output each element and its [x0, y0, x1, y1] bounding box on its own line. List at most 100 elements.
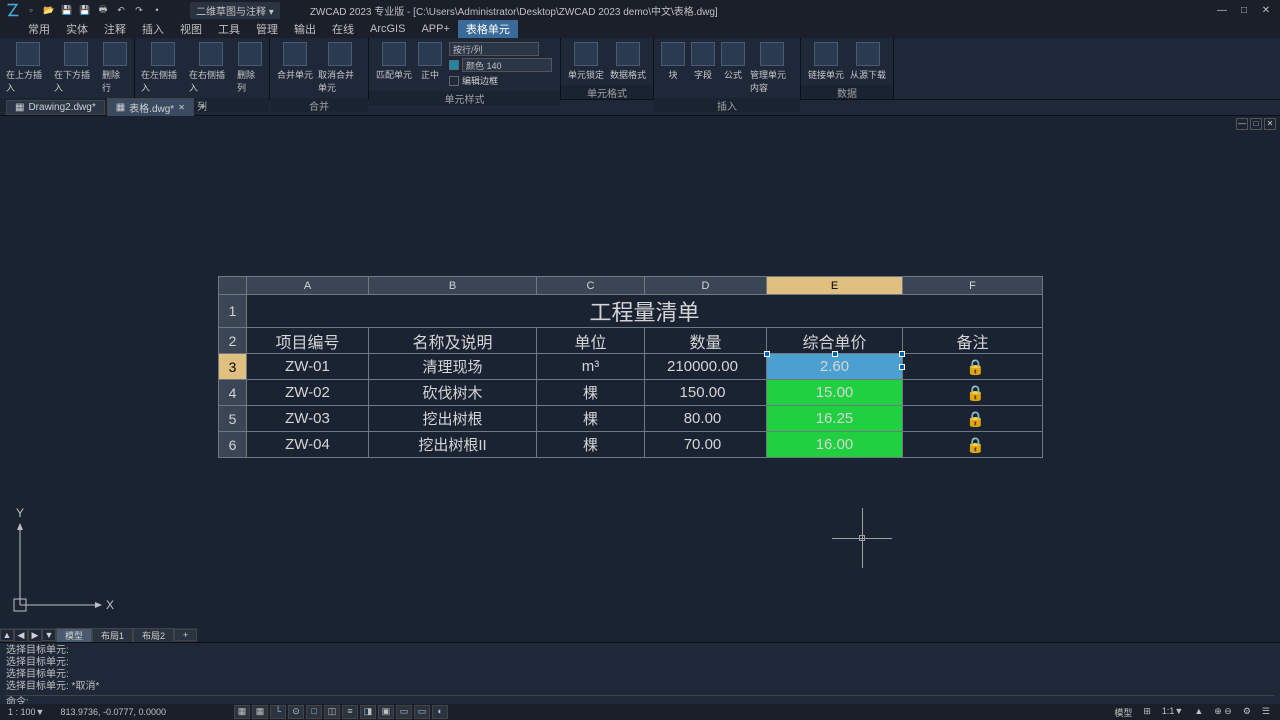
ucs-icon[interactable]: ▲ [1190, 706, 1207, 719]
mdi-max-button[interactable]: □ [1250, 118, 1262, 130]
header-cell[interactable]: 名称及说明 [369, 328, 537, 354]
data-cell[interactable]: 棵 [537, 432, 645, 458]
col-header-E[interactable]: E [767, 277, 903, 295]
layout-tab-1[interactable]: 布局1 [92, 628, 133, 643]
data-cell-selected[interactable]: 16.25 [767, 406, 903, 432]
scale-readout[interactable]: 1 : 100▼ [0, 707, 52, 717]
workspace-dropdown[interactable]: 二维草图与注释 ▾ [190, 2, 280, 19]
selection-grip-icon[interactable] [764, 351, 770, 357]
layout-nav-first[interactable]: ▲ [0, 629, 14, 641]
layout-nav-prev[interactable]: ◀ [14, 629, 28, 642]
space-toggle[interactable]: 模型 [1110, 706, 1136, 719]
header-cell[interactable]: 综合单价 [767, 328, 903, 354]
data-cell-selected[interactable]: 15.00 [767, 380, 903, 406]
doc-tab-table[interactable]: ▦ 表格.dwg* ✕ [107, 98, 194, 117]
qat-more-icon[interactable]: • [150, 3, 164, 17]
style-by-rowcol-dropdown[interactable]: 按行/列 [449, 42, 539, 56]
layout-tab-model[interactable]: 模型 [56, 628, 92, 643]
layout-tab-add[interactable]: + [174, 629, 197, 641]
header-cell[interactable]: 项目编号 [247, 328, 369, 354]
row-header-3[interactable]: 3 [219, 354, 247, 380]
grid-toggle[interactable]: ▦ [252, 705, 268, 719]
qat-saveas-icon[interactable]: 💾 [78, 3, 92, 17]
drawing-canvas[interactable]: — □ ✕ A B C D E F 1 工程量清单 2 项目编号 名称及说明 单… [0, 116, 1280, 624]
link-cell-button[interactable]: 链接单元 [805, 40, 847, 83]
data-cell-selected[interactable]: 2.60 [767, 354, 903, 380]
grid-icon[interactable]: ⊞ [1139, 706, 1155, 719]
data-cell[interactable]: ZW-01 [247, 354, 369, 380]
unmerge-cells-button[interactable]: 取消合并单元 [316, 40, 364, 96]
otrack-toggle[interactable]: ◫ [324, 705, 340, 719]
layout-tab-2[interactable]: 布局2 [133, 628, 174, 643]
data-cell[interactable]: 棵 [537, 380, 645, 406]
header-cell[interactable]: 单位 [537, 328, 645, 354]
tab-online[interactable]: 在线 [324, 20, 362, 38]
tab-arcgis[interactable]: ArcGIS [362, 22, 413, 36]
col-header-C[interactable]: C [537, 277, 645, 295]
data-cell[interactable]: ZW-04 [247, 432, 369, 458]
menu-icon[interactable]: ☰ [1258, 706, 1274, 719]
ortho-toggle[interactable]: └ [270, 705, 286, 719]
data-cell[interactable]: 清理现场 [369, 354, 537, 380]
polar-toggle[interactable]: ⊙ [288, 705, 304, 719]
maximize-button[interactable]: □ [1234, 5, 1254, 16]
snap-toggle[interactable]: ▦ [234, 705, 250, 719]
merge-cells-button[interactable]: 合并单元 [274, 40, 316, 83]
data-cell[interactable]: 80.00 [645, 406, 767, 432]
insert-col-left-button[interactable]: 在左侧插入 [139, 40, 187, 96]
tab-app[interactable]: APP+ [413, 22, 457, 36]
data-format-button[interactable]: 数据格式 [607, 40, 649, 83]
minimize-button[interactable]: — [1212, 5, 1232, 16]
qat-open-icon[interactable]: 📂 [42, 3, 56, 17]
layout-nav-last[interactable]: ▼ [42, 629, 56, 641]
data-cell[interactable]: 🔒 [903, 354, 1043, 380]
misc-toggle-1[interactable]: ▭ [396, 705, 412, 719]
layout-nav-next[interactable]: ▶ [28, 629, 42, 642]
data-cell[interactable]: 150.00 [645, 380, 767, 406]
data-cell[interactable]: 210000.00 [645, 354, 767, 380]
alignment-button[interactable]: 正中 [415, 40, 445, 83]
selection-grip-icon[interactable] [899, 351, 905, 357]
data-cell[interactable]: ZW-02 [247, 380, 369, 406]
data-cell[interactable]: 挖出树根 [369, 406, 537, 432]
lweight-toggle[interactable]: ≡ [342, 705, 358, 719]
color-dropdown[interactable]: 颜色 140 [462, 58, 552, 72]
data-cell[interactable]: 🔒 [903, 380, 1043, 406]
tab-insert[interactable]: 插入 [134, 20, 172, 38]
delete-row-button[interactable]: 删除行 [100, 40, 130, 96]
border-checkbox[interactable] [449, 76, 459, 86]
data-cell[interactable]: 砍伐树木 [369, 380, 537, 406]
insert-formula-button[interactable]: 公式 [718, 40, 748, 83]
data-cell[interactable]: 棵 [537, 406, 645, 432]
tab-entity[interactable]: 实体 [58, 20, 96, 38]
selection-grip-icon[interactable] [899, 364, 905, 370]
misc-toggle-3[interactable]: ◐ [432, 705, 448, 719]
data-cell[interactable]: ZW-03 [247, 406, 369, 432]
table-corner[interactable] [219, 277, 247, 295]
settings-icon[interactable]: ⚙ [1239, 706, 1255, 719]
tab-annotate[interactable]: 注释 [96, 20, 134, 38]
table-title-cell[interactable]: 工程量清单 [247, 295, 1043, 328]
tab-tablecell[interactable]: 表格单元 [458, 20, 518, 38]
zoom-icons[interactable]: ⊕ ⊖ [1210, 706, 1236, 719]
col-header-A[interactable]: A [247, 277, 369, 295]
close-button[interactable]: ✕ [1256, 5, 1276, 16]
insert-row-below-button[interactable]: 在下方插入 [52, 40, 100, 96]
header-cell[interactable]: 备注 [903, 328, 1043, 354]
data-cell[interactable]: 70.00 [645, 432, 767, 458]
row-header-5[interactable]: 5 [219, 406, 247, 432]
qat-undo-icon[interactable]: ↶ [114, 3, 128, 17]
mdi-close-button[interactable]: ✕ [1264, 118, 1276, 130]
manage-cell-content-button[interactable]: 管理单元内容 [748, 40, 796, 96]
data-cell[interactable]: 🔒 [903, 432, 1043, 458]
tab-output[interactable]: 输出 [286, 20, 324, 38]
col-header-F[interactable]: F [903, 277, 1043, 295]
new-tab-button[interactable]: + [196, 102, 210, 113]
tab-manage[interactable]: 管理 [248, 20, 286, 38]
insert-block-button[interactable]: 块 [658, 40, 688, 83]
doc-tab-drawing2[interactable]: ▦ Drawing2.dwg* [6, 100, 105, 115]
col-header-D[interactable]: D [645, 277, 767, 295]
qat-print-icon[interactable]: 🖶 [96, 3, 110, 17]
insert-col-right-button[interactable]: 在右侧插入 [187, 40, 235, 96]
tab-close-icon[interactable]: ✕ [178, 103, 185, 112]
